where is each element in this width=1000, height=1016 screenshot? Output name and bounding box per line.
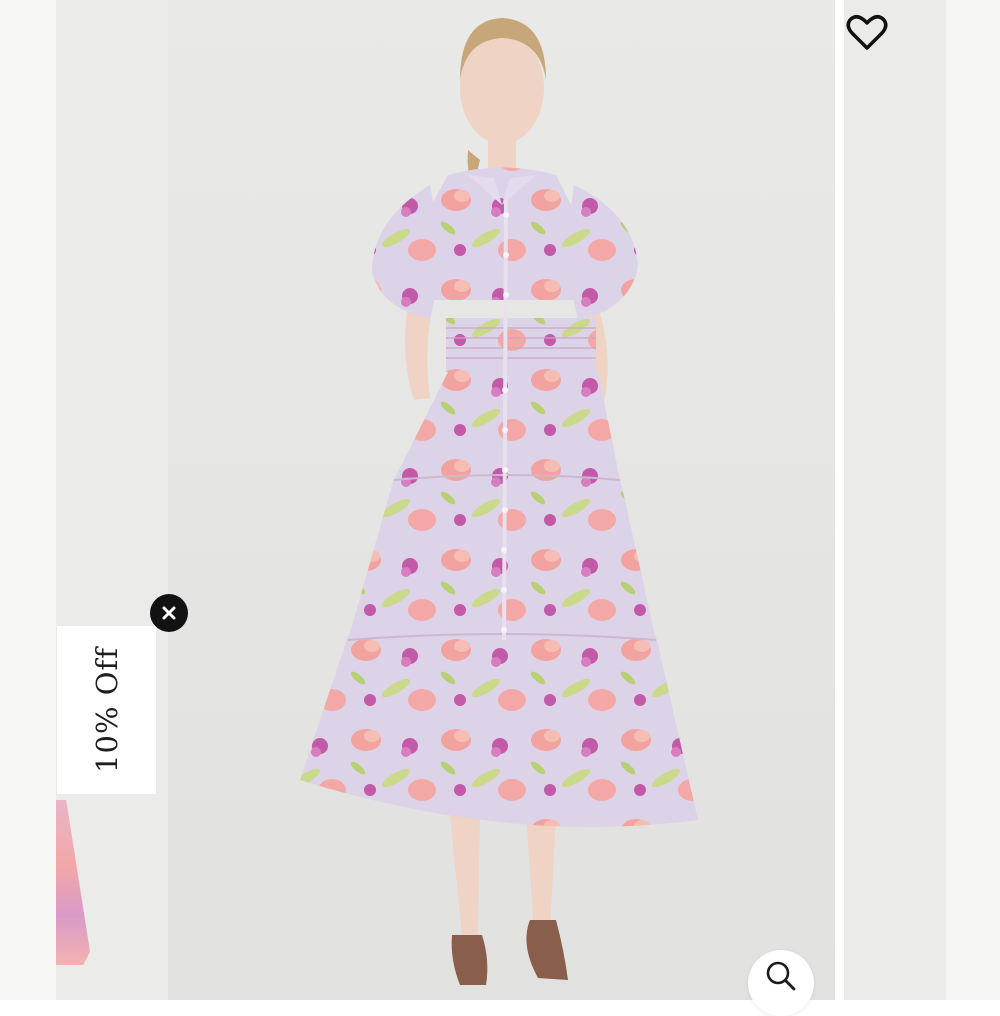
favorite-button[interactable] <box>844 12 890 54</box>
close-icon <box>162 606 176 620</box>
search-icon <box>766 961 796 991</box>
left-edge <box>0 0 56 1000</box>
slide-gap <box>835 0 844 1000</box>
product-image[interactable] <box>168 0 835 1000</box>
discount-label: 10% Off <box>89 647 124 773</box>
zoom-button[interactable] <box>748 950 814 1016</box>
discount-tab[interactable]: 10% Off <box>57 626 156 794</box>
right-edge <box>946 0 1000 1000</box>
product-photo <box>168 0 835 1000</box>
heart-icon <box>846 15 888 50</box>
previous-dress-crop <box>56 800 90 965</box>
next-product-image[interactable] <box>844 0 946 1000</box>
close-promo-button[interactable] <box>150 594 188 632</box>
previous-product-image[interactable] <box>56 0 168 1000</box>
